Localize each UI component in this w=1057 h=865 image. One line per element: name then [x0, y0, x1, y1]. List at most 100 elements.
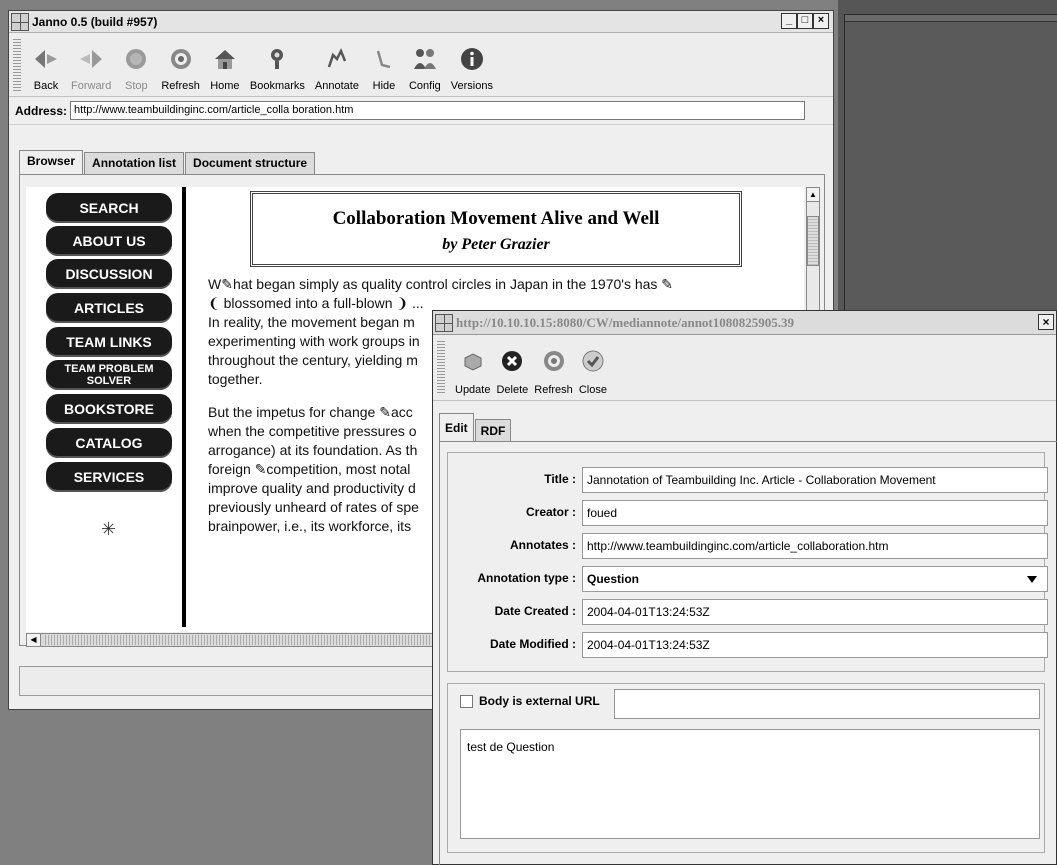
nav-search[interactable]: SEARCH [46, 193, 172, 223]
nav-bookstore[interactable]: BOOKSTORE [46, 394, 172, 424]
home-button[interactable]: Home [210, 44, 240, 96]
popup-title: http://10.10.10.15:8080/CW/mediannote/an… [456, 314, 795, 330]
close-window-button[interactable]: × [813, 13, 829, 29]
para2-line: previously unheard of rates of spe [208, 499, 419, 515]
title-field[interactable]: Jannotation of Teambuilding Inc. Article… [582, 467, 1048, 493]
forward-arrow-icon [76, 44, 106, 74]
bookmarks-icon [262, 44, 292, 74]
date-modified-field[interactable]: 2004-04-01T13:24:53Z [582, 632, 1048, 658]
nav-about-us[interactable]: ABOUT US [46, 226, 172, 256]
title-row: Title : Jannotation of Teambuilding Inc.… [448, 466, 1048, 494]
creator-row: Creator : foued [448, 499, 1048, 527]
delete-icon [499, 348, 525, 374]
hscroll-thumb[interactable] [45, 635, 445, 645]
annotates-row: Annotates : http://www.teambuildinginc.c… [448, 532, 1048, 560]
nav-team-problem-solver[interactable]: TEAM PROBLEM SOLVER [46, 360, 172, 390]
para2-line: brainpower, i.e., its workforce, its [208, 518, 412, 534]
popup-refresh-button[interactable]: Refresh [534, 348, 573, 400]
external-url-input[interactable] [614, 689, 1040, 719]
body-external-checkbox[interactable] [460, 694, 473, 708]
address-label: Address: [15, 103, 68, 118]
nav-services[interactable]: SERVICES [46, 462, 172, 492]
scroll-up-icon[interactable]: ▲ [807, 188, 819, 202]
nav-team-links[interactable]: TEAM LINKS [46, 327, 172, 357]
date-created-label: Date Created : [494, 604, 576, 618]
chevron-down-icon[interactable] [1027, 576, 1037, 583]
nav-articles[interactable]: ARTICLES [46, 293, 172, 323]
scroll-thumb[interactable] [807, 216, 819, 266]
refresh-icon [541, 348, 567, 374]
back-arrow-icon [31, 44, 61, 74]
home-icon [210, 44, 240, 74]
tab-document-structure[interactable]: Document structure [185, 152, 316, 174]
creator-field[interactable]: foued [582, 500, 1048, 526]
background-window [844, 14, 1057, 314]
para1-line: ❨ blossomed into a full-blown ❩ ... [208, 295, 424, 311]
config-button[interactable]: Config [409, 44, 441, 96]
popup-close-toolbar-button[interactable]: Close [579, 348, 607, 400]
main-toolbar: Back Forward Stop Refresh Home Bookmarks… [9, 33, 833, 97]
annotation-type-label: Annotation type : [477, 571, 576, 585]
annotate-button[interactable]: Annotate [315, 44, 359, 96]
annotate-icon [322, 44, 352, 74]
toolbar-grip[interactable] [437, 341, 445, 393]
toolbar-grip[interactable] [13, 39, 21, 91]
annotation-window: http://10.10.10.15:8080/CW/mediannote/an… [432, 310, 1057, 865]
back-button[interactable]: Back [31, 44, 61, 96]
body-external-toggle[interactable]: Body is external URL [460, 694, 600, 708]
tab-rdf[interactable]: RDF [474, 419, 512, 441]
app-icon [11, 12, 29, 31]
address-bar: Address: http://www.teambuildinginc.com/… [9, 97, 833, 125]
article-headline: Collaboration Movement Alive and Well [332, 208, 660, 229]
title-label: Title : [544, 472, 576, 486]
tab-browser[interactable]: Browser [19, 150, 84, 174]
forward-button[interactable]: Forward [71, 44, 111, 96]
date-created-field[interactable]: 2004-04-01T13:24:53Z [582, 599, 1048, 625]
star-logo-icon: ✳ [101, 519, 117, 539]
hide-button[interactable]: Hide [369, 44, 399, 96]
tab-edit[interactable]: Edit [439, 413, 474, 441]
annotation-type-select[interactable]: Question [582, 566, 1048, 592]
popup-close-button[interactable]: × [1038, 314, 1054, 330]
window-title: Janno 0.5 (build #957) [32, 14, 158, 29]
update-icon [460, 348, 486, 374]
date-modified-label: Date Modified : [490, 637, 576, 651]
body-external-label: Body is external URL [479, 694, 600, 708]
maximize-button[interactable]: □ [797, 13, 813, 29]
address-input[interactable]: http://www.teambuildinginc.com/article_c… [70, 101, 806, 120]
main-tabs: Browser Annotation list Document structu… [19, 150, 316, 174]
popup-titlebar: http://10.10.10.15:8080/CW/mediannote/an… [433, 311, 1056, 335]
tab-annotation-list[interactable]: Annotation list [84, 152, 185, 174]
close-check-icon [580, 348, 606, 374]
popup-toolbar: Update Delete Refresh Close [433, 335, 1056, 401]
nav-catalog[interactable]: CATALOG [46, 428, 172, 458]
para1-line: throughout the century, yielding m [208, 352, 418, 368]
para2-line: improve quality and productivity d [208, 480, 416, 496]
article-byline: by Peter Grazier [442, 236, 550, 253]
refresh-icon [166, 44, 196, 74]
headline-box: Collaboration Movement Alive and Well by… [250, 191, 742, 267]
annotates-field[interactable]: http://www.teambuildinginc.com/article_c… [582, 533, 1048, 559]
annotates-label: Annotates : [510, 538, 576, 552]
annotation-type-value: Question [587, 572, 640, 586]
para1-line: together. [208, 371, 263, 387]
date-modified-row: Date Modified : 2004-04-01T13:24:53Z [448, 631, 1048, 659]
para1-line: experimenting with work groups in [208, 333, 420, 349]
bookmarks-button[interactable]: Bookmarks [250, 44, 305, 96]
update-button[interactable]: Update [455, 348, 490, 400]
body-textarea[interactable]: test de Question [460, 729, 1040, 839]
scroll-left-icon[interactable]: ◀ [27, 634, 41, 646]
annotation-type-row: Annotation type : Question [448, 565, 1048, 593]
delete-button[interactable]: Delete [496, 348, 528, 400]
minimize-button[interactable]: _ [781, 13, 797, 29]
metadata-fields: Title : Jannotation of Teambuilding Inc.… [447, 452, 1048, 672]
para2-line: when the competitive pressures o [208, 423, 417, 439]
stop-button[interactable]: Stop [121, 44, 151, 96]
stop-icon [121, 44, 151, 74]
nav-discussion[interactable]: DISCUSSION [46, 259, 172, 289]
creator-label: Creator : [525, 505, 576, 519]
config-icon [410, 44, 440, 74]
refresh-button[interactable]: Refresh [161, 44, 200, 96]
body-section: Body is external URL test de Question [447, 683, 1045, 853]
versions-button[interactable]: Versions [451, 44, 493, 96]
